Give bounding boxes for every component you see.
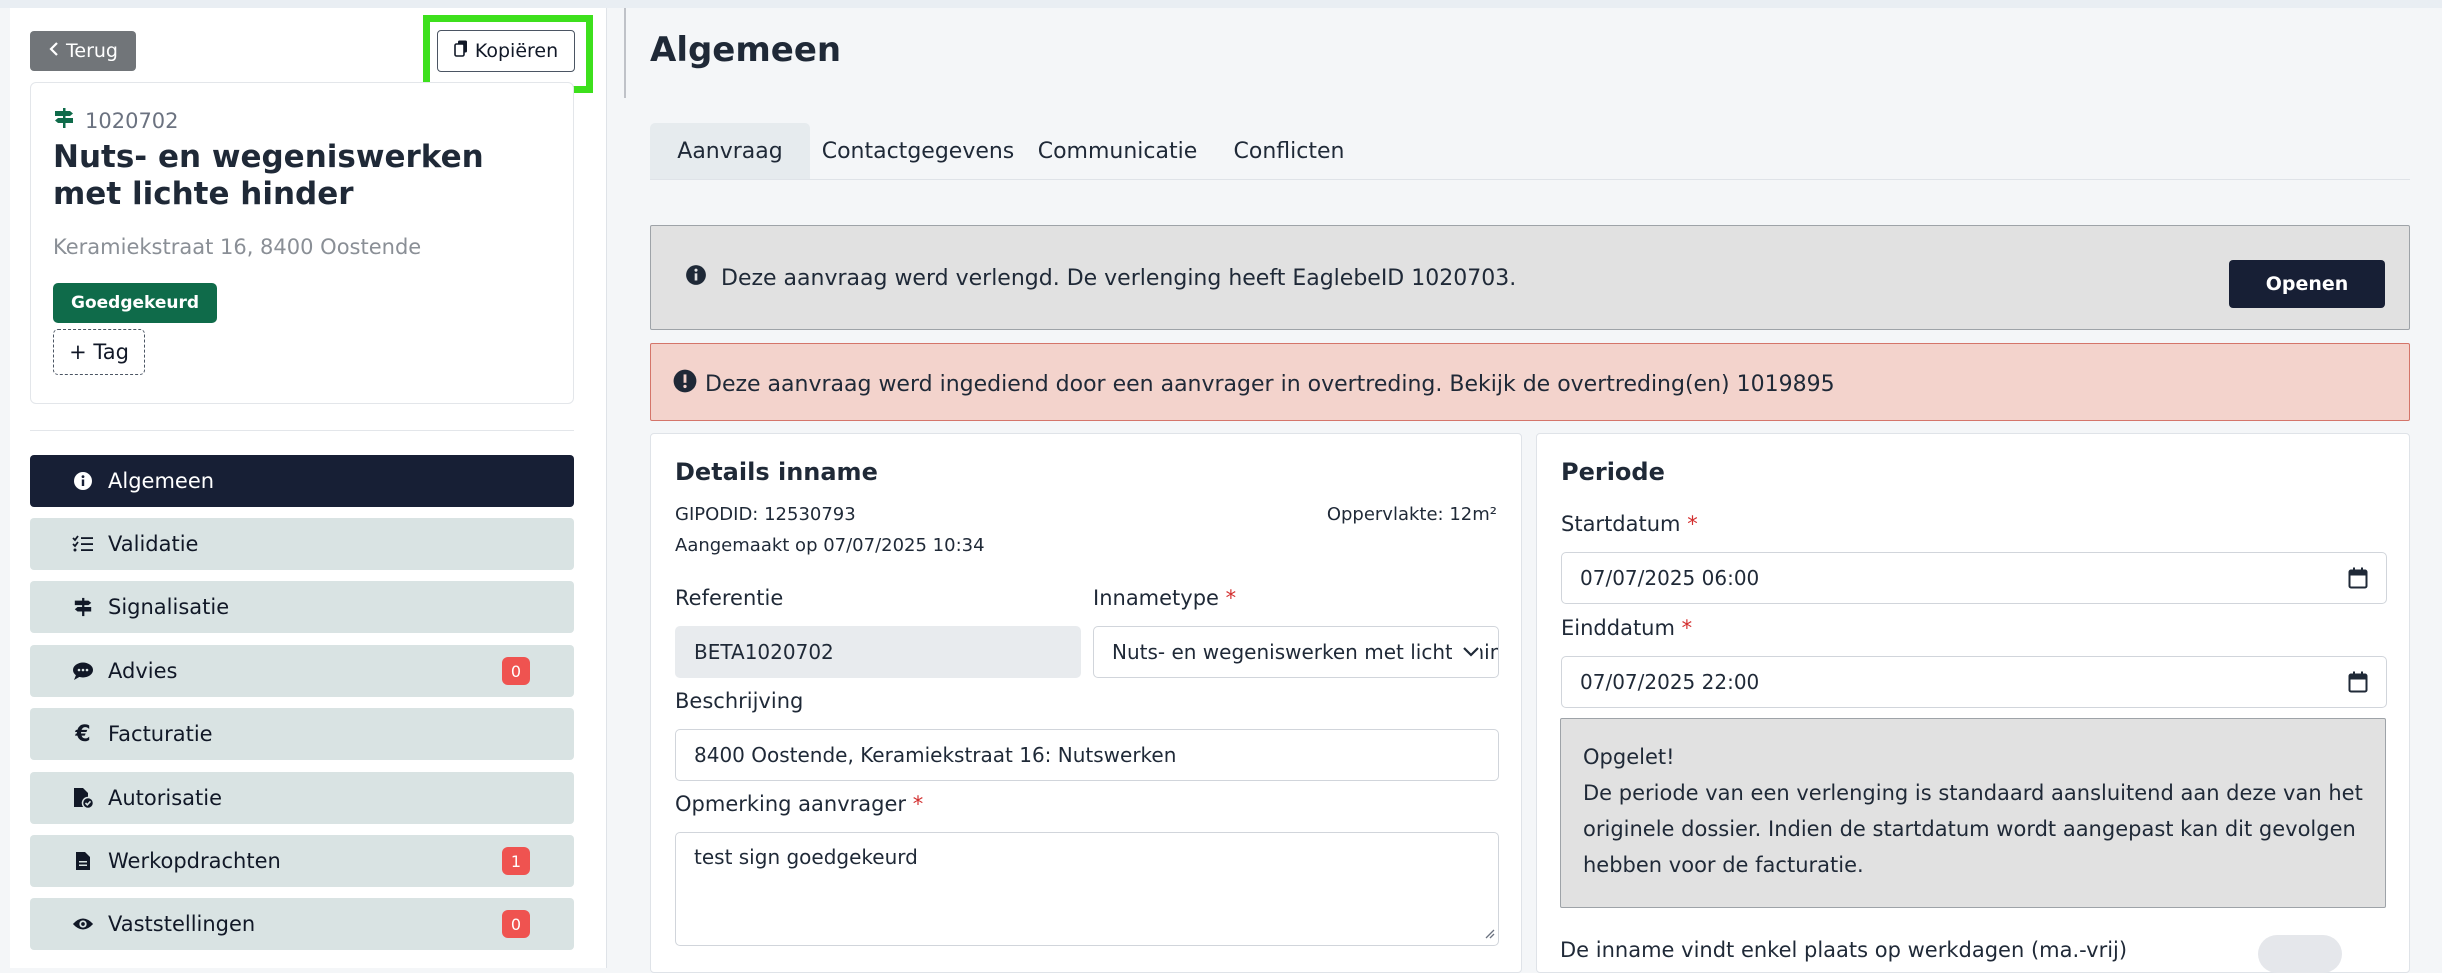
weekdays-only-label: De inname vindt enkel plaats op werkdage… <box>1560 938 2128 962</box>
end-date-label: Einddatum * <box>1561 616 1692 640</box>
created-date: Aangemaakt op 07/07/2025 10:34 <box>675 535 985 556</box>
case-id: 1020702 <box>53 107 179 134</box>
violation-alert-text[interactable]: Deze aanvraag werd ingediend door een aa… <box>705 372 1835 397</box>
details-card-title: Details inname <box>675 458 878 486</box>
eye-icon <box>72 915 94 933</box>
warning-text: De periode van een verlenging is standaa… <box>1583 781 2363 877</box>
required-marker: * <box>1681 616 1693 640</box>
sidebar-item-label: Algemeen <box>108 469 215 493</box>
sidebar-item-label: Validatie <box>108 532 199 556</box>
back-button-label: Terug <box>66 40 118 62</box>
copy-icon <box>454 40 468 62</box>
sidebar-item-autorisatie[interactable]: Autorisatie <box>30 772 574 824</box>
info-icon <box>72 471 94 491</box>
start-date-input[interactable]: 07/07/2025 06:00 <box>1561 552 2387 604</box>
sidebar-item-werkopdrachten[interactable]: Werkopdrachten 1 <box>30 835 574 887</box>
sidebar-item-advies[interactable]: Advies 0 <box>30 645 574 697</box>
checklist-icon <box>72 535 94 553</box>
inname-type-label-text: Innametype <box>1093 586 1219 610</box>
count-badge: 0 <box>502 910 530 938</box>
applicant-remark-textarea[interactable]: test sign goedgekeurd <box>675 832 1499 946</box>
case-id-value: 1020702 <box>85 108 179 133</box>
reference-label: Referentie <box>675 586 784 610</box>
tab-communicatie[interactable]: Communicatie <box>1030 123 1205 179</box>
copy-button[interactable]: Kopiëren <box>437 30 575 72</box>
info-icon <box>685 264 707 292</box>
start-date-label-text: Startdatum <box>1561 512 1681 536</box>
tab-conflicten[interactable]: Conflicten <box>1215 123 1363 179</box>
case-address: Keramiekstraat 16, 8400 Oostende <box>53 235 422 259</box>
applicant-remark-label: Opmerking aanvrager * <box>675 792 923 816</box>
chevron-down-icon <box>1452 641 1480 668</box>
sidebar-item-label: Werkopdrachten <box>108 849 281 873</box>
warning-title: Opgelet! <box>1583 745 1675 769</box>
surface-area: Oppervlakte: 12m² <box>1326 504 1497 525</box>
resize-handle-icon[interactable] <box>1481 920 1495 944</box>
end-date-label-text: Einddatum <box>1561 616 1675 640</box>
file-icon <box>72 851 94 871</box>
tab-bar: Aanvraag Contactgegevens Communicatie Co… <box>650 123 2410 180</box>
exclamation-circle-icon <box>673 369 697 399</box>
start-date-label: Startdatum * <box>1561 512 1698 536</box>
sidebar-item-signalisatie[interactable]: Signalisatie <box>30 581 574 633</box>
weekdays-only-toggle[interactable] <box>2258 935 2342 973</box>
gipodid: GIPODID: 12530793 <box>675 504 856 525</box>
main-divider <box>624 8 626 98</box>
count-badge: 1 <box>502 847 530 875</box>
period-card-title: Periode <box>1561 458 1665 486</box>
details-card: Details inname GIPODID: 12530793 Oppervl… <box>650 433 1522 973</box>
chevron-left-icon <box>48 40 60 62</box>
extension-info-row: Deze aanvraag werd verlengd. De verlengi… <box>685 264 1516 292</box>
sidebar-item-label: Vaststellingen <box>108 912 256 936</box>
sidebar-item-algemeen[interactable]: Algemeen <box>30 455 574 507</box>
start-date-value: 07/07/2025 06:00 <box>1580 566 1760 590</box>
inname-type-select[interactable]: Nuts- en wegeniswerken met lichte hinder <box>1093 626 1499 678</box>
required-marker: * <box>912 792 924 816</box>
sidebar-item-label: Advies <box>108 659 178 683</box>
top-border <box>0 0 2442 8</box>
applicant-remark-label-text: Opmerking aanvrager <box>675 792 907 816</box>
applicant-remark-value: test sign goedgekeurd <box>694 845 918 869</box>
euro-icon: € <box>75 721 91 747</box>
calendar-icon[interactable] <box>2348 567 2368 594</box>
sidebar-item-vaststellingen[interactable]: Vaststellingen 0 <box>30 898 574 950</box>
end-date-value: 07/07/2025 22:00 <box>1580 670 1760 694</box>
copy-button-label: Kopiëren <box>474 40 559 62</box>
required-marker: * <box>1687 512 1698 536</box>
extension-info-banner: Deze aanvraag werd verlengd. De verlengi… <box>650 225 2410 330</box>
end-date-input[interactable]: 07/07/2025 22:00 <box>1561 656 2387 708</box>
count-badge: 0 <box>502 657 530 685</box>
file-check-icon <box>72 787 94 809</box>
tab-contactgegevens[interactable]: Contactgegevens <box>818 123 1018 179</box>
required-marker: * <box>1225 586 1237 610</box>
open-extension-button[interactable]: Openen <box>2229 260 2385 308</box>
sidebar-item-facturatie[interactable]: € Facturatie <box>30 708 574 760</box>
violation-alert-banner: Deze aanvraag werd ingediend door een aa… <box>650 343 2410 421</box>
signpost-icon <box>72 597 94 617</box>
violation-alert-row: Deze aanvraag werd ingediend door een aa… <box>673 369 1835 399</box>
case-summary-card: 1020702 Nuts- en wegeniswerken met licht… <box>30 82 574 404</box>
page-title: Algemeen <box>650 30 842 70</box>
sidebar-divider <box>30 430 574 431</box>
status-badge: Goedgekeurd <box>53 283 218 323</box>
calendar-icon[interactable] <box>2348 671 2368 698</box>
extension-period-warning: Opgelet! De periode van een verlenging i… <box>1560 718 2386 908</box>
comment-icon <box>72 661 94 681</box>
inname-type-value: Nuts- en wegeniswerken met lichte hinder <box>1112 640 1499 664</box>
reference-field: BETA1020702 <box>675 626 1081 678</box>
sidebar-item-validatie[interactable]: Validatie <box>30 518 574 570</box>
add-tag-button[interactable]: + Tag <box>53 329 145 375</box>
description-label: Beschrijving <box>675 689 804 713</box>
sidebar-item-label: Facturatie <box>108 722 213 746</box>
inname-type-label: Innametype * <box>1093 586 1236 610</box>
tab-aanvraag[interactable]: Aanvraag <box>650 123 810 179</box>
description-field[interactable]: 8400 Oostende, Keramiekstraat 16: Nutswe… <box>675 729 1499 781</box>
extension-info-text: Deze aanvraag werd verlengd. De verlengi… <box>721 265 1517 291</box>
sidebar-item-label: Autorisatie <box>108 786 223 810</box>
case-title: Nuts- en wegeniswerken met lichte hinder <box>53 139 484 212</box>
back-button[interactable]: Terug <box>30 31 136 71</box>
signpost-icon <box>53 107 75 134</box>
sidebar-item-label: Signalisatie <box>108 595 230 619</box>
